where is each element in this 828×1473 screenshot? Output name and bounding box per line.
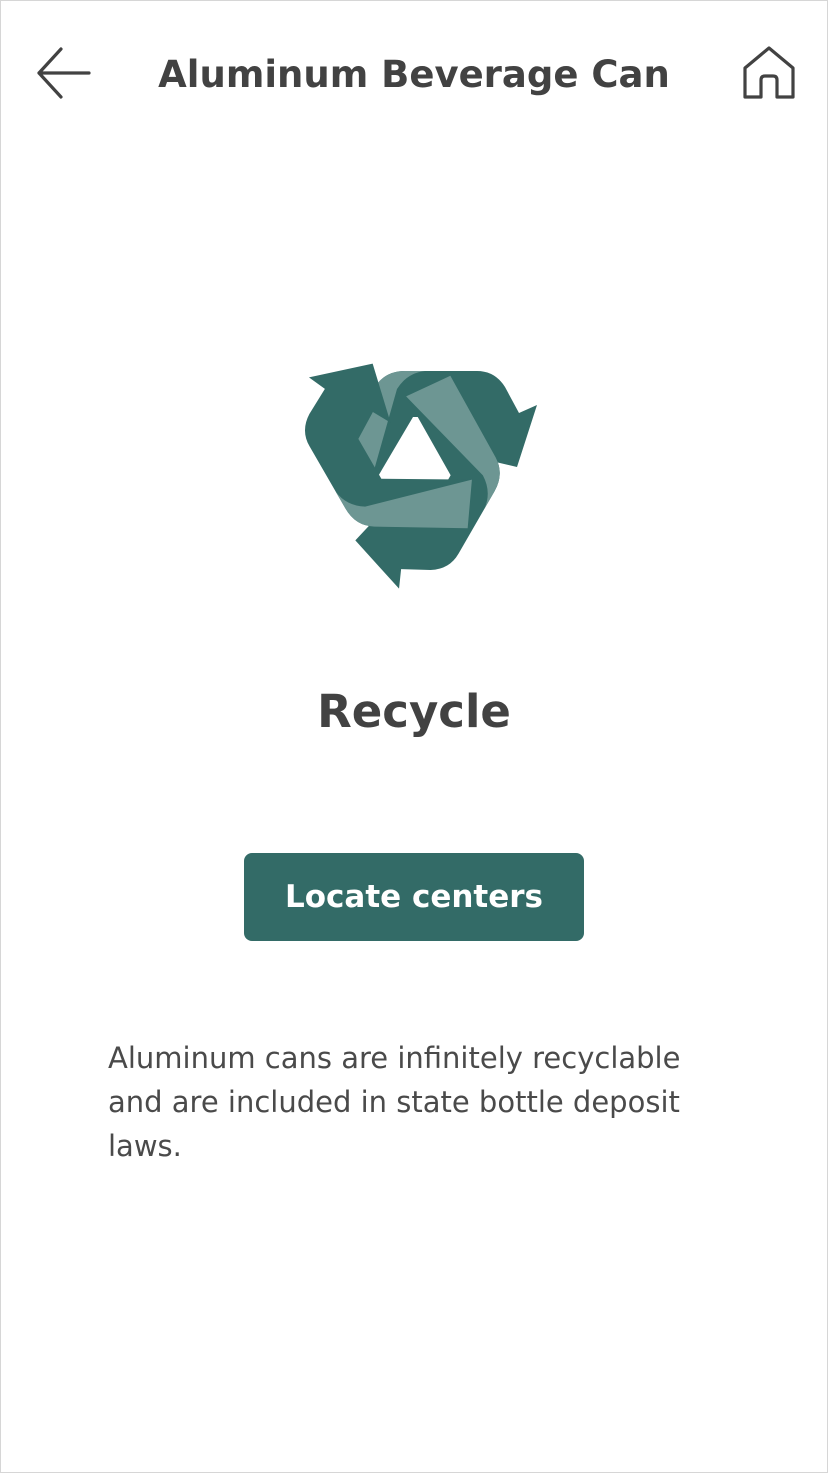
item-detail-screen: Aluminum Beverage Can Recycle Locate cen… bbox=[0, 0, 828, 1473]
locate-centers-button[interactable]: Locate centers bbox=[244, 853, 584, 941]
recycle-icon bbox=[279, 332, 537, 606]
arrow-left-icon bbox=[37, 47, 91, 99]
page-title: Aluminum Beverage Can bbox=[158, 53, 670, 96]
top-bar: Aluminum Beverage Can bbox=[1, 1, 827, 151]
disposal-method-heading: Recycle bbox=[317, 685, 511, 738]
home-icon bbox=[743, 46, 795, 99]
disposal-description: Aluminum cans are infinitely recyclable … bbox=[108, 1041, 681, 1163]
back-button[interactable] bbox=[27, 37, 99, 109]
home-button[interactable] bbox=[733, 37, 805, 109]
